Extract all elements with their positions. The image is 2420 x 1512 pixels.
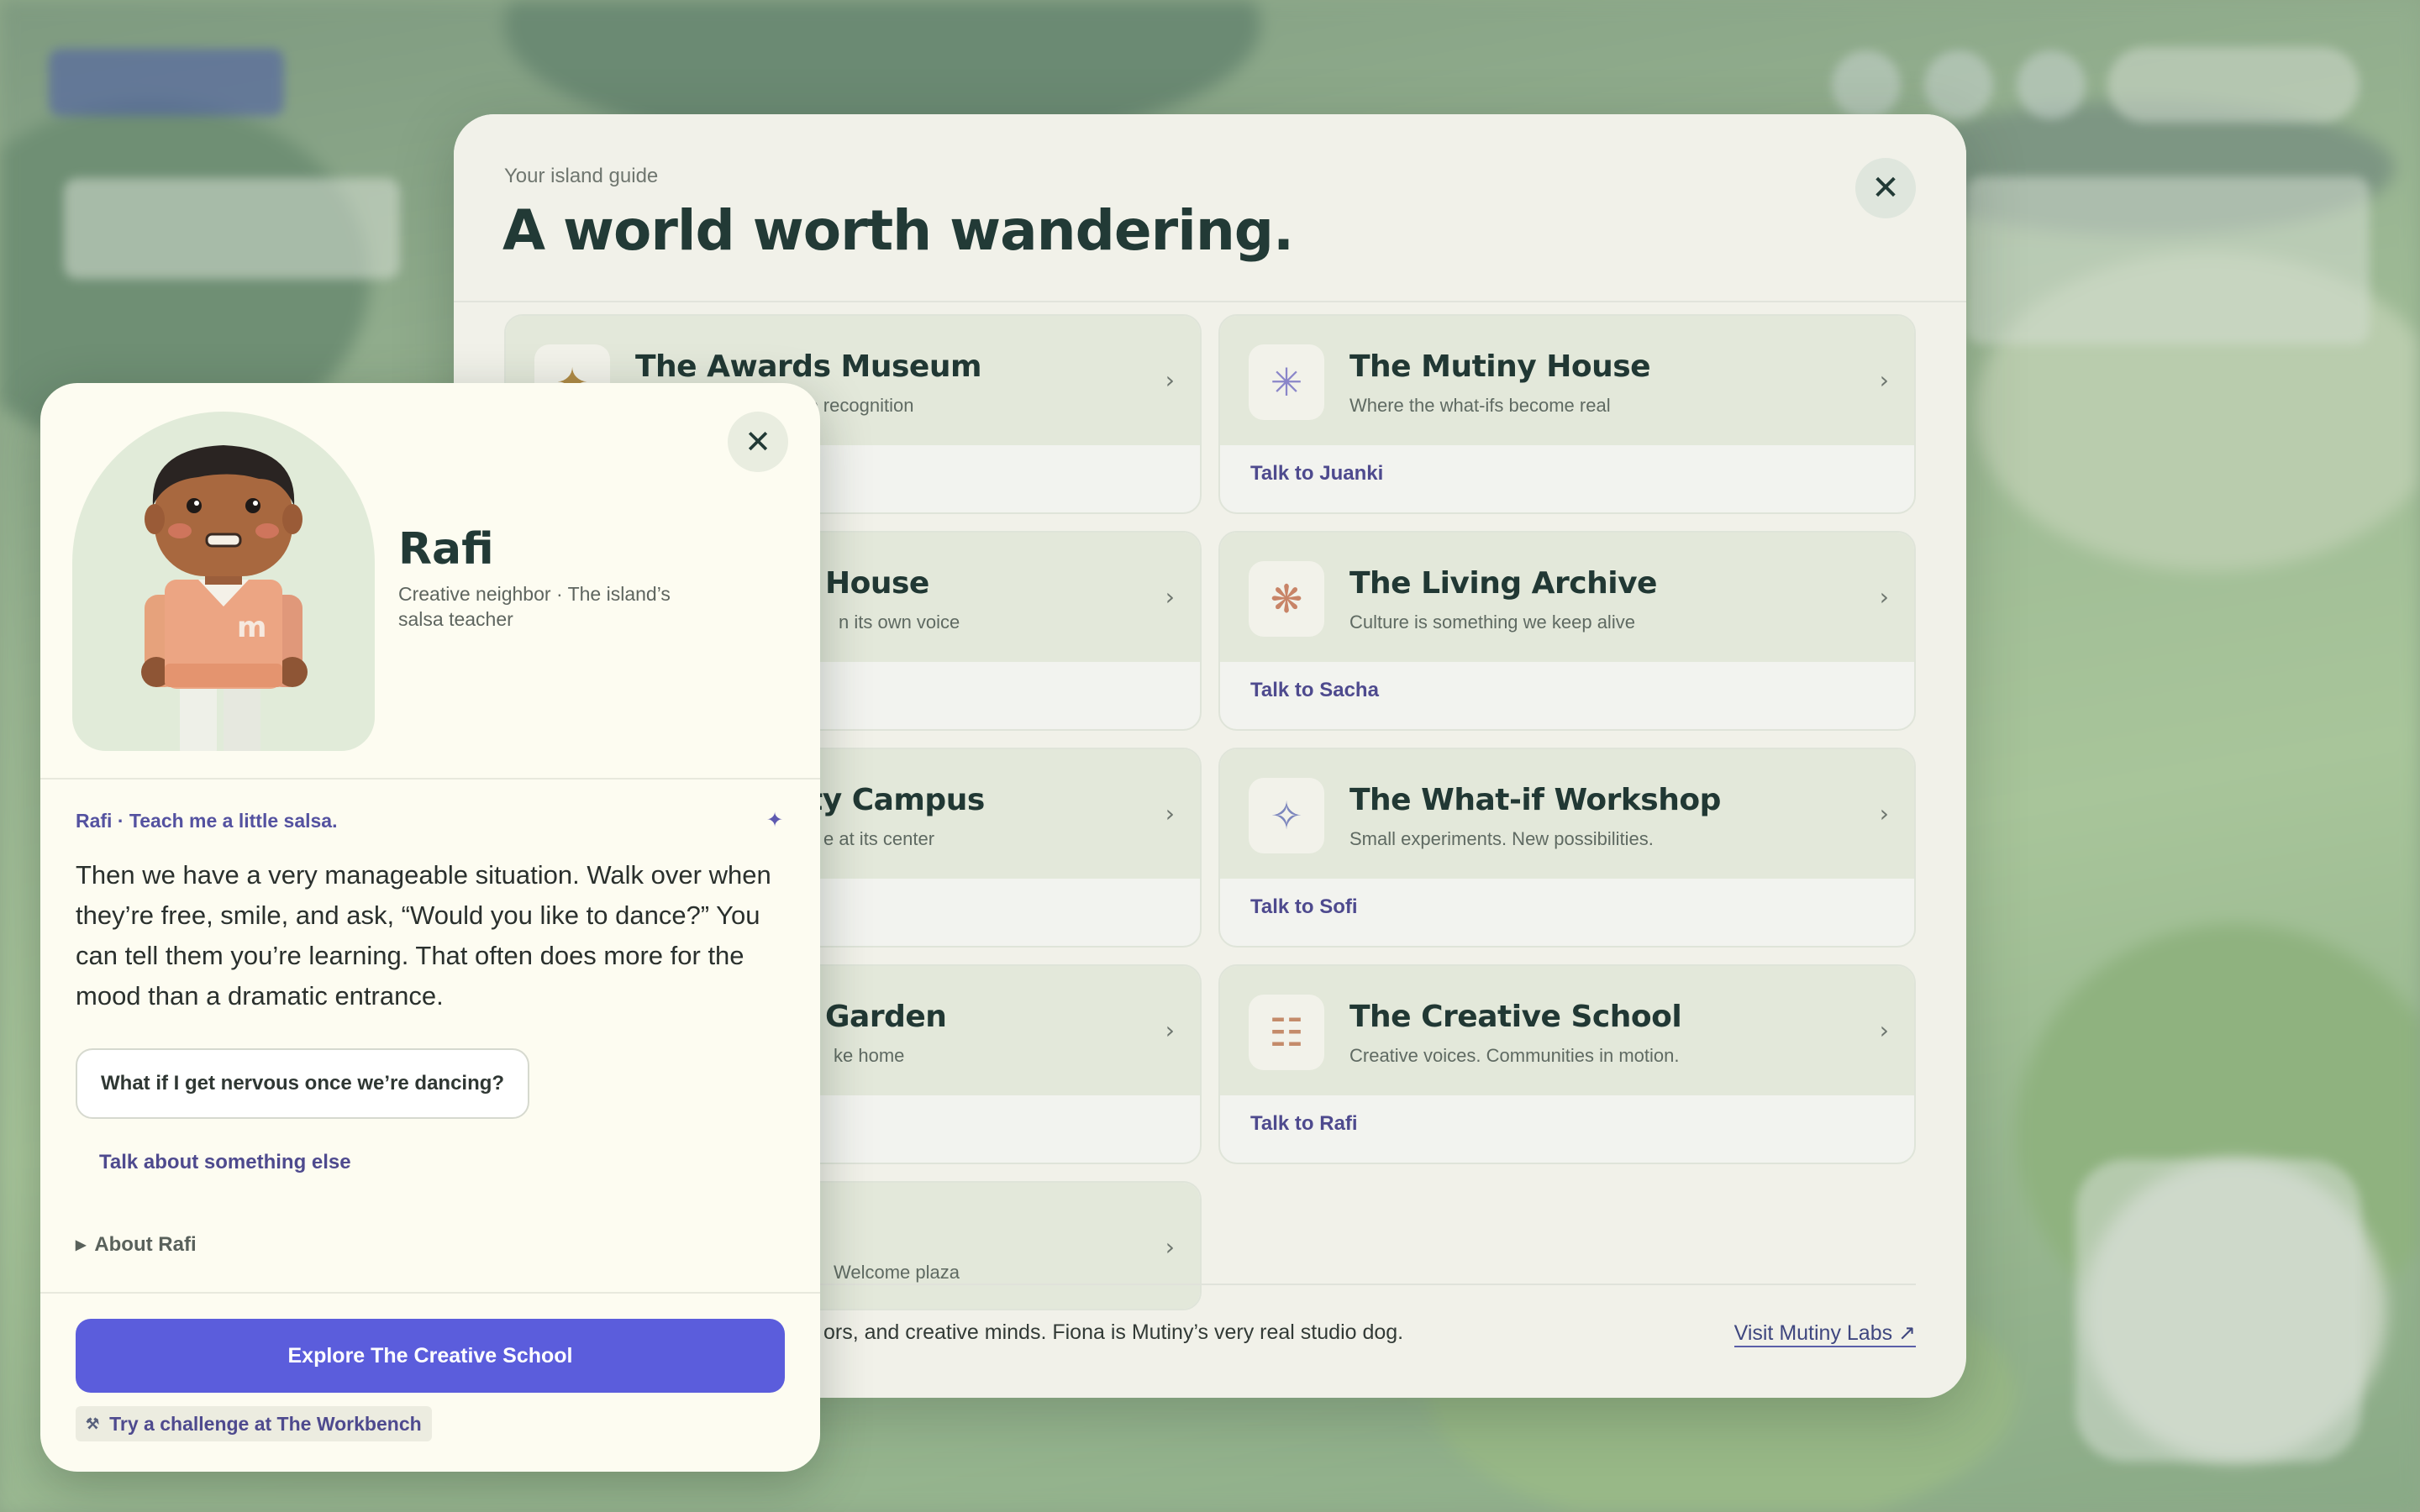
guide-footer-text: ors, and creative minds. Fiona is Mutiny… [823, 1320, 1404, 1344]
location-name: House [825, 566, 929, 601]
challenge-link-label: Try a challenge at The Workbench [109, 1412, 422, 1435]
location-card[interactable]: ✳ The Mutiny House Where the what-ifs beco… [1218, 314, 1916, 514]
location-tagline: Welcome plaza [834, 1262, 960, 1283]
location-tagline: Creative voices. Communities in motion. [1349, 1045, 1680, 1066]
asterisk-icon: ✳ [1249, 344, 1324, 420]
character-message: Then we have a very manageable situation… [76, 860, 771, 1011]
world-control-button [2017, 50, 2086, 119]
chevron-right-icon: › [1165, 1233, 1175, 1261]
location-name: Garden [825, 1000, 947, 1034]
close-icon: ✕ [744, 423, 771, 460]
chevron-right-icon: › [1879, 366, 1889, 394]
location-card[interactable]: ☷ The Creative School Creative voices. Com… [1218, 964, 1916, 1164]
character-subtitle: Creative neighbor · The island’s salsa t… [398, 583, 671, 630]
talk-to-character-link[interactable]: Talk to Juanki [1250, 462, 1383, 486]
chevron-right-icon: › [1165, 1016, 1175, 1044]
chevron-right-icon: › [1165, 800, 1175, 827]
location-name: The Creative School [1349, 1000, 1682, 1034]
character-panel: m ✕ Rafi Creative neighbor · The island’… [40, 383, 820, 1472]
world-info-card [64, 178, 400, 279]
chevron-right-icon: › [1879, 1016, 1889, 1044]
location-card-header[interactable]: ❋ The Living Archive Culture is something … [1220, 533, 1914, 662]
flower-icon: ❋ [1249, 561, 1324, 637]
chevron-right-icon: › [1165, 583, 1175, 611]
location-card-header[interactable]: ✳ The Mutiny House Where the what-ifs beco… [1220, 316, 1914, 445]
change-topic-button[interactable]: Talk about something else [99, 1151, 351, 1174]
grid-icon: ☷ [1249, 995, 1324, 1070]
sparkle-icon: ✦ [766, 808, 784, 832]
sparkle-icon: ✧ [1249, 778, 1324, 853]
location-tagline: e at its center [823, 828, 935, 849]
location-tagline: n its own voice [839, 612, 960, 633]
character-close-button[interactable]: ✕ [728, 412, 788, 472]
about-character-toggle[interactable]: ▶ About Rafi [76, 1233, 197, 1257]
location-tagline: ke home [834, 1045, 905, 1066]
rafi-portrait-illustration: m [141, 445, 308, 751]
location-tagline: Small experiments. New possibilities. [1349, 828, 1654, 849]
panel-divider [40, 778, 820, 780]
location-card-header[interactable]: ☷ The Creative School Creative voices. Com… [1220, 966, 1914, 1095]
location-name: The What-if Workshop [1349, 783, 1721, 817]
suggested-reply-button[interactable]: What if I get nervous once we’re dancing… [76, 1048, 530, 1119]
chevron-right-icon: › [1879, 800, 1889, 827]
shirt-logo-letter: m [237, 611, 266, 644]
location-card[interactable]: ✧ The What-if Workshop Small experiments. … [1218, 748, 1916, 948]
world-logo [49, 49, 284, 116]
world-control-button [1832, 50, 1901, 119]
disclosure-triangle-icon: ▶ [76, 1238, 87, 1252]
world-pill-button [2107, 47, 2360, 123]
guide-close-button[interactable]: ✕ [1855, 158, 1916, 218]
guide-eyebrow: Your island guide [504, 165, 659, 187]
location-card-header[interactable]: ✧ The What-if Workshop Small experiments. … [1220, 749, 1914, 879]
guide-header: Your island guide A world worth wanderin… [454, 114, 1966, 302]
rafi-avatar: m [72, 412, 375, 751]
character-name: Rafi [398, 524, 494, 575]
challenge-link[interactable]: ⚒ Try a challenge at The Workbench [76, 1406, 432, 1441]
world-minimap [2075, 1159, 2361, 1462]
location-name: The Living Archive [1349, 566, 1657, 601]
location-tagline: Where the what-ifs become real [1349, 395, 1611, 416]
explore-location-button[interactable]: Explore The Creative School [76, 1319, 785, 1393]
tools-icon: ⚒ [86, 1415, 100, 1432]
location-card[interactable]: ❋ The Living Archive Culture is something … [1218, 531, 1916, 731]
location-name: ty Campus [808, 783, 985, 817]
guide-title: A world worth wandering. [502, 198, 1294, 263]
about-character-label: About Rafi [94, 1233, 197, 1256]
chevron-right-icon: › [1879, 583, 1889, 611]
panel-divider [40, 1292, 820, 1294]
world-control-button [1924, 50, 1993, 119]
conversation-topic: Rafi · Teach me a little salsa. [76, 810, 338, 832]
talk-to-character-link[interactable]: Talk to Sacha [1250, 679, 1379, 702]
world-side-card [1966, 176, 2370, 344]
location-tagline: Culture is something we keep alive [1349, 612, 1635, 633]
location-name: The Awards Museum [635, 349, 981, 384]
talk-to-character-link[interactable]: Talk to Sofi [1250, 895, 1358, 919]
visit-mutiny-labs-link[interactable]: Visit Mutiny Labs ↗ [1733, 1320, 1916, 1347]
close-icon: ✕ [1871, 169, 1900, 207]
location-name: The Mutiny House [1349, 349, 1651, 384]
chevron-right-icon: › [1165, 366, 1175, 394]
talk-to-character-link[interactable]: Talk to Rafi [1250, 1112, 1358, 1136]
